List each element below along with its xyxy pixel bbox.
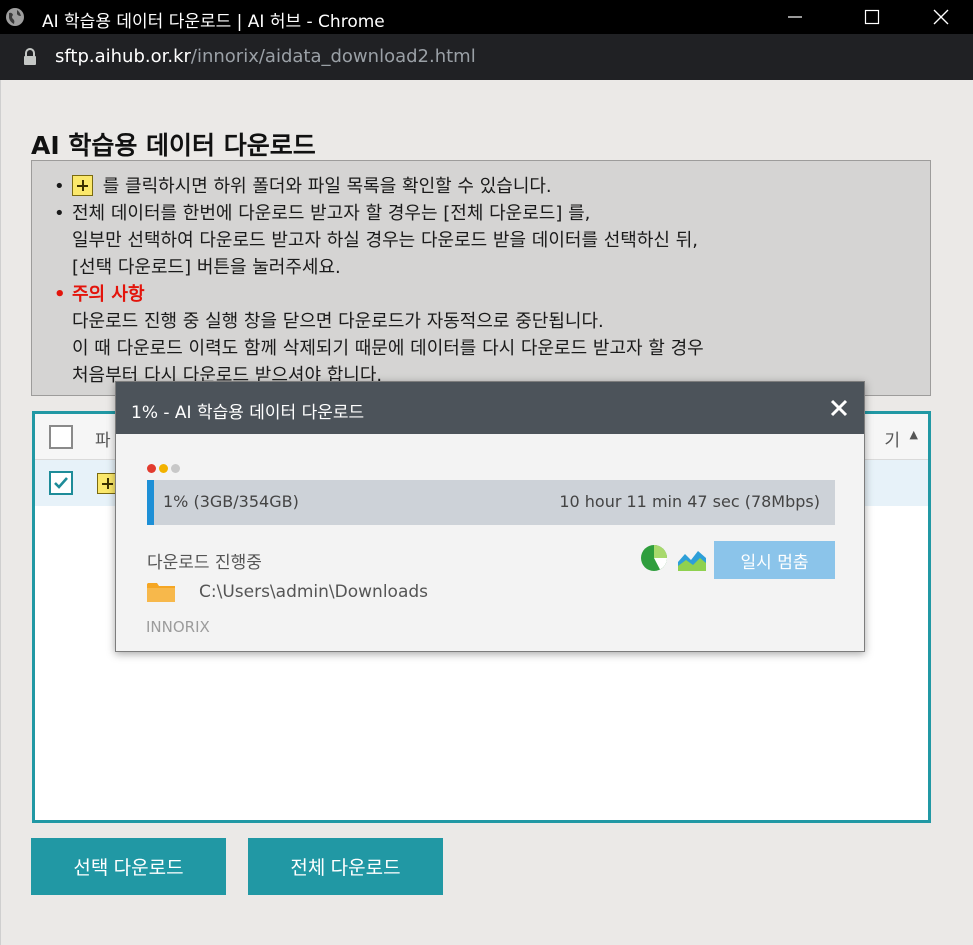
progress-eta: 10 hour 11 min 47 sec (78Mbps) (559, 492, 820, 511)
notice-item-expand: • 를 클릭하시면 하위 폴더와 파일 목록을 확인할 수 있습니다. (54, 173, 912, 200)
globe-icon (6, 8, 24, 26)
brand-label: INNORIX (146, 618, 210, 636)
loading-dot (159, 464, 168, 473)
address-bar[interactable]: sftp.aihub.or.kr/innorix/aidata_download… (0, 34, 973, 80)
notice-item-caution: • 주의 사항 (54, 281, 912, 308)
close-icon[interactable] (830, 399, 848, 417)
bullet: • (54, 203, 65, 224)
download-progress-dialog: 1% - AI 학습용 데이터 다운로드 1% (3GB/354GB) 10 h… (115, 381, 865, 652)
notice-line: 일부만 선택하여 다운로드 받고자 하실 경우는 다운로드 받을 데이터를 선택… (72, 227, 912, 254)
notice-line: [선택 다운로드] 버튼을 눌러주세요. (72, 254, 912, 281)
url-host: sftp.aihub.or.kr (55, 46, 191, 67)
select-download-button[interactable]: 선택 다운로드 (31, 838, 226, 895)
pause-button[interactable]: 일시 멈춤 (714, 541, 835, 579)
progress-amount: 1% (3GB/354GB) (163, 492, 299, 511)
notice-box: • 를 클릭하시면 하위 폴더와 파일 목록을 확인할 수 있습니다. • 전체 … (31, 160, 931, 396)
loading-dot (147, 464, 156, 473)
notice-line: 다운로드 진행 중 실행 창을 닫으면 다운로드가 자동적으로 중단됩니다. (72, 308, 912, 335)
dialog-header: 1% - AI 학습용 데이터 다운로드 (116, 382, 864, 434)
all-download-button[interactable]: 전체 다운로드 (248, 838, 443, 895)
loading-dot (171, 464, 180, 473)
window-title: AI 학습용 데이터 다운로드 | AI 허브 - Chrome (42, 12, 385, 32)
bullet: • (54, 284, 66, 305)
close-icon (933, 9, 949, 25)
url-text: sftp.aihub.or.kr/innorix/aidata_download… (55, 46, 476, 67)
notice-item-download: • 전체 데이터를 한번에 다운로드 받고자 할 경우는 [전체 다운로드] 를, (54, 200, 912, 227)
area-chart-icon[interactable] (677, 546, 707, 572)
notice-text: 이 때 다운로드 이력도 함께 삭제되기 때문에 데이터를 다시 다운로드 받고… (72, 338, 704, 359)
minimize-button[interactable] (770, 0, 820, 34)
select-all-checkbox[interactable] (49, 425, 73, 449)
bullet: • (54, 176, 65, 197)
notice-text: 를 클릭하시면 하위 폴더와 파일 목록을 확인할 수 있습니다. (97, 176, 552, 197)
column-header-size[interactable]: 기 (884, 426, 900, 451)
progress-fill (147, 480, 154, 525)
download-progress-bar: 1% (3GB/354GB) 10 hour 11 min 47 sec (78… (147, 480, 835, 525)
sort-asc-icon[interactable]: ▲ (910, 428, 918, 441)
dialog-title: 1% - AI 학습용 데이터 다운로드 (131, 403, 365, 423)
notice-text: 전체 데이터를 한번에 다운로드 받고자 할 경우는 [전체 다운로드] 를, (72, 203, 591, 224)
minimize-icon (788, 16, 802, 18)
page-title: AI 학습용 데이터 다운로드 (31, 131, 316, 160)
url-path: /innorix/aidata_download2.html (190, 46, 476, 67)
notice-text: [선택 다운로드] 버튼을 눌러주세요. (72, 257, 341, 278)
window-titlebar: AI 학습용 데이터 다운로드 | AI 허브 - Chrome (0, 0, 973, 34)
notice-text: 다운로드 진행 중 실행 창을 닫으면 다운로드가 자동적으로 중단됩니다. (72, 311, 604, 332)
loading-dots-icon (147, 464, 180, 473)
maximize-button[interactable] (847, 0, 897, 34)
pie-chart-icon[interactable] (640, 544, 668, 572)
row-checkbox[interactable] (49, 471, 73, 495)
folder-icon (147, 583, 175, 602)
column-header-name[interactable]: 파 (95, 426, 111, 451)
checkmark-icon (54, 477, 68, 489)
plus-icon (72, 175, 93, 196)
notice-list: • 를 클릭하시면 하위 폴더와 파일 목록을 확인할 수 있습니다. • 전체 … (54, 173, 912, 389)
download-status: 다운로드 진행중 (147, 553, 262, 573)
download-path: C:\Users\admin\Downloads (199, 582, 429, 602)
window-edge (0, 80, 5, 945)
close-window-button[interactable] (916, 0, 966, 34)
notice-line: 이 때 다운로드 이력도 함께 삭제되기 때문에 데이터를 다시 다운로드 받고… (72, 335, 912, 362)
maximize-icon (864, 9, 880, 25)
notice-text: 일부만 선택하여 다운로드 받고자 하실 경우는 다운로드 받을 데이터를 선택… (72, 230, 698, 251)
caution-title: 주의 사항 (72, 284, 145, 305)
lock-icon (24, 48, 36, 65)
